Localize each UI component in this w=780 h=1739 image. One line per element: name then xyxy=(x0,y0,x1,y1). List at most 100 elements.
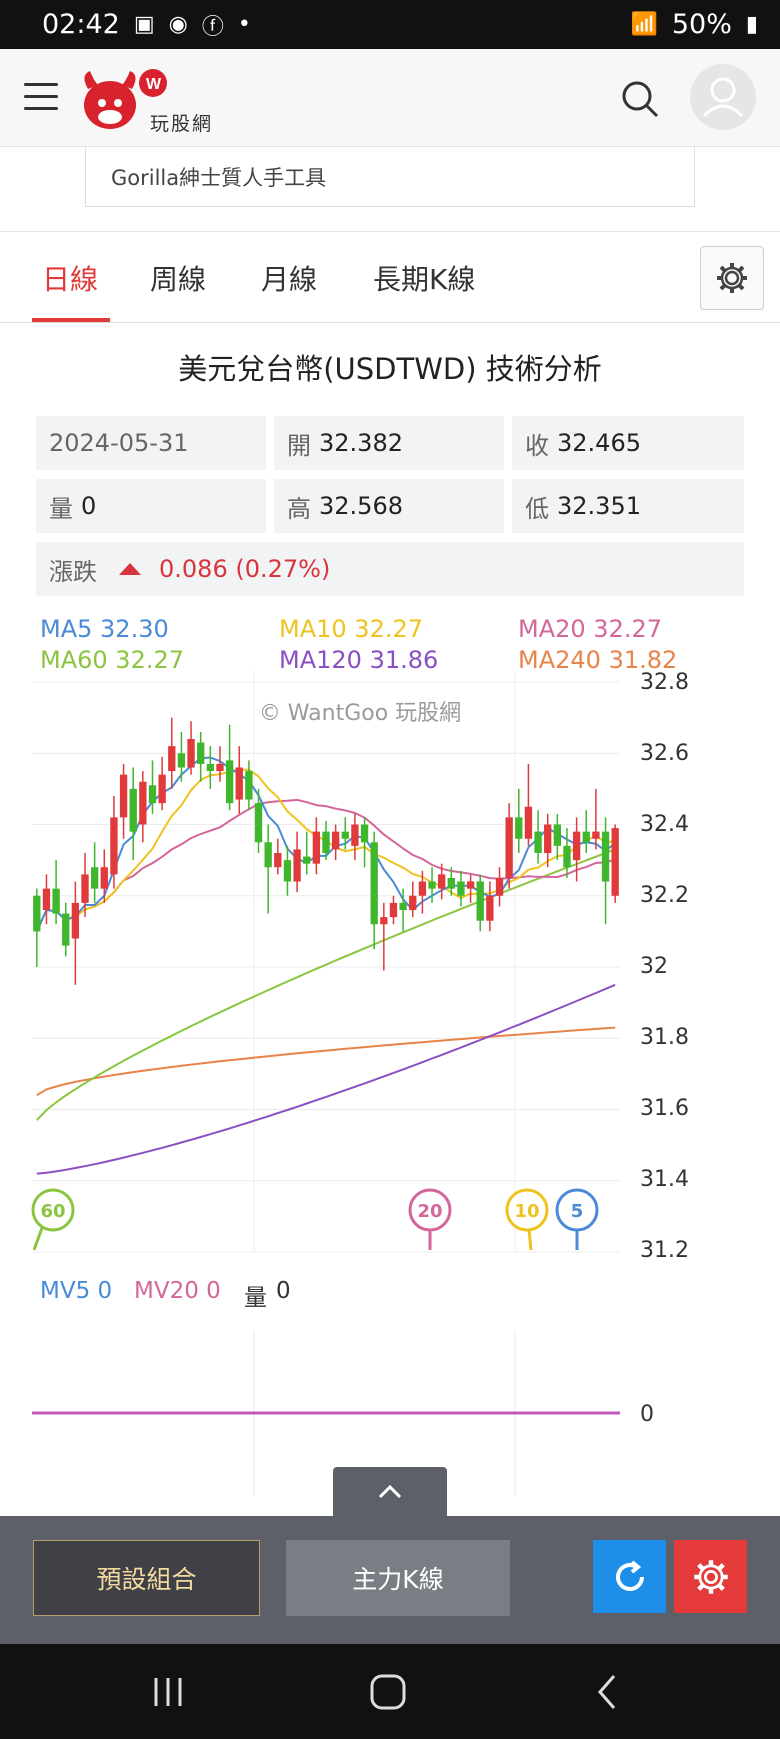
ma10-marker: 10 xyxy=(505,1188,549,1251)
gear-icon xyxy=(717,263,747,293)
ma60-marker: 60 xyxy=(31,1188,75,1251)
y-tick-label: 32.8 xyxy=(640,670,689,695)
ma60-marker-label: 60 xyxy=(40,1201,65,1222)
candle-body xyxy=(351,824,359,846)
candle-body xyxy=(544,824,552,853)
chart-settings-button[interactable] xyxy=(700,246,764,310)
candle-body xyxy=(158,774,166,804)
mv20-legend: MV20 0 xyxy=(134,1278,221,1304)
candle-body xyxy=(100,867,108,889)
ma10-legend: MA10 32.27 xyxy=(279,615,423,643)
candle-body xyxy=(476,881,484,921)
candle-body xyxy=(428,881,436,889)
system-nav-bar xyxy=(0,1644,780,1739)
refresh-button[interactable] xyxy=(593,1540,666,1613)
watermark: © WantGoo 玩股網 xyxy=(259,701,461,726)
candle-body xyxy=(71,902,80,939)
candle-body xyxy=(148,785,157,804)
candle-body xyxy=(466,881,475,889)
volume-label: 量 xyxy=(49,494,73,523)
tab-daily[interactable]: 日線 xyxy=(42,258,98,298)
ma10-marker-label: 10 xyxy=(514,1201,539,1222)
candle-body xyxy=(129,788,137,832)
quote-high: 高 32.568 xyxy=(274,479,504,533)
app-header: W 玩股網 xyxy=(0,49,780,147)
change-value: 0.086 (0.27%) xyxy=(159,555,331,583)
chart-grid xyxy=(32,670,620,1253)
candle-body xyxy=(331,831,340,850)
menu-icon[interactable] xyxy=(24,83,58,111)
open-label: 開 xyxy=(287,431,311,460)
change-label: 漲跌 xyxy=(49,557,97,586)
tab-monthly[interactable]: 月線 xyxy=(261,258,317,298)
candle-body xyxy=(515,817,523,839)
candle-body xyxy=(119,774,128,818)
facebook-icon: ⓕ xyxy=(201,14,224,40)
candle-body xyxy=(572,831,581,861)
candle-body xyxy=(81,874,89,903)
battery-level: 50% xyxy=(671,9,732,40)
candle-body xyxy=(457,881,465,896)
candle-body xyxy=(553,824,562,846)
refresh-icon xyxy=(615,1559,644,1591)
candle-body xyxy=(216,763,224,772)
candle-body xyxy=(438,874,446,889)
gallery-icon: ▣ xyxy=(133,12,155,37)
battery-icon: ▮ xyxy=(745,12,758,37)
candle-body xyxy=(418,881,427,896)
candle-body xyxy=(225,760,234,804)
candle-body xyxy=(283,860,292,882)
expand-panel-button[interactable] xyxy=(333,1467,447,1517)
vol-label: 量 xyxy=(244,1285,267,1311)
candle-body xyxy=(33,895,41,932)
ma20-legend: MA20 32.27 xyxy=(518,615,662,643)
tab-weekly[interactable]: 周線 xyxy=(150,258,206,298)
candle-body xyxy=(42,888,51,910)
ad-banner[interactable]: Gorilla紳士質人手工具 xyxy=(85,147,695,207)
ma120-line xyxy=(36,983,616,1175)
user-icon xyxy=(702,77,744,118)
candle-body xyxy=(409,895,417,910)
logo-text: 玩股網 xyxy=(150,113,214,135)
candle-body xyxy=(264,842,272,868)
candle-body xyxy=(177,753,186,768)
ad-text: Gorilla紳士質人手工具 xyxy=(111,165,327,190)
candle-body xyxy=(601,831,610,882)
candle-body xyxy=(495,877,504,896)
ma5-marker: 5 xyxy=(555,1188,599,1250)
home-icon[interactable] xyxy=(368,1672,408,1712)
y-tick-label: 31.6 xyxy=(640,1096,689,1121)
preset-combo-button[interactable]: 預設組合 xyxy=(33,1540,260,1616)
svg-text:W: W xyxy=(146,76,162,93)
candle-body xyxy=(563,845,571,868)
tab-long-term[interactable]: 長期K線 xyxy=(373,258,475,298)
candle-body xyxy=(534,831,542,853)
low-value: 32.351 xyxy=(557,492,641,520)
chrome-icon: ◉ xyxy=(168,12,188,37)
candle-body xyxy=(389,902,398,918)
volume-axis-label: 0 xyxy=(640,1402,654,1427)
candle-body xyxy=(254,803,263,843)
y-tick-label: 32.6 xyxy=(640,741,689,766)
candle-body xyxy=(110,817,118,875)
dot-icon: • xyxy=(237,12,251,37)
recent-apps-icon[interactable] xyxy=(150,1674,186,1710)
candle-body xyxy=(187,739,195,768)
candle-body xyxy=(582,831,590,843)
y-tick-label: 32.2 xyxy=(640,883,689,908)
close-value: 32.465 xyxy=(557,429,641,457)
candle-body xyxy=(380,917,388,925)
candle-body xyxy=(168,746,176,772)
settings-button[interactable] xyxy=(674,1540,747,1613)
search-icon[interactable] xyxy=(620,79,660,119)
ma5-marker-label: 5 xyxy=(571,1201,584,1222)
candle-body xyxy=(592,831,600,839)
candle-body xyxy=(505,817,513,878)
status-bar: 02:42 ▣ ◉ ⓕ • 📶 50% ▮ xyxy=(0,0,780,49)
candle-body xyxy=(235,767,243,800)
back-icon[interactable] xyxy=(592,1672,622,1712)
open-value: 32.382 xyxy=(319,429,403,457)
active-tab-indicator xyxy=(32,318,110,322)
main-k-button[interactable]: 主力K線 xyxy=(286,1540,510,1616)
avatar[interactable] xyxy=(690,64,756,130)
